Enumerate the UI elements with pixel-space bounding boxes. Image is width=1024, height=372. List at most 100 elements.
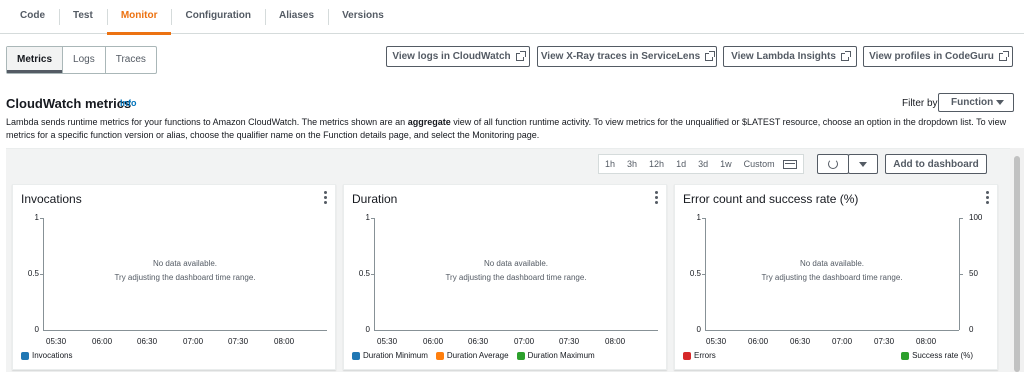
x-tick-label: 05:30 (706, 337, 727, 346)
time-range-selector: 1h 3h 12h 1d 3d 1w Custom (598, 154, 804, 174)
legend-item[interactable]: Duration Maximum (516, 351, 595, 360)
range-1d[interactable]: 1d (670, 155, 692, 173)
external-link-icon (840, 50, 851, 61)
y-tick-label: 0 (365, 325, 370, 334)
tab-versions[interactable]: Versions (328, 0, 398, 34)
x-tick-label: 06:30 (790, 337, 811, 346)
panel-title: Error count and success rate (%) (683, 192, 859, 206)
refresh-options-button[interactable] (848, 154, 878, 174)
view-logs-label: View logs in CloudWatch (392, 51, 511, 62)
x-tick-label: 07:00 (183, 337, 204, 346)
error-success-panel: Error count and success rate (%) 1 0.5 0… (674, 184, 998, 370)
monitor-segmented-control: Metrics Logs Traces (6, 46, 157, 74)
tab-code[interactable]: Code (6, 0, 59, 34)
x-tick-label: 07:00 (832, 337, 853, 346)
legend-swatch (435, 351, 444, 360)
legend: Duration Minimum Duration Average Durati… (352, 351, 595, 360)
info-link[interactable]: Info (120, 98, 137, 108)
view-logs-button[interactable]: View logs in CloudWatch (386, 46, 530, 67)
y-tick-label: 1 (696, 213, 701, 222)
legend-swatch (516, 351, 525, 360)
legend-item[interactable]: Duration Average (435, 351, 509, 360)
tab-monitor[interactable]: Monitor (106, 0, 172, 35)
x-tick-label: 05:30 (377, 337, 398, 346)
legend-item[interactable]: Success rate (%) (901, 351, 973, 360)
x-axis (43, 330, 327, 331)
y-tick-label: 1 (365, 213, 370, 222)
y-tick (959, 218, 963, 219)
refresh-button[interactable] (817, 154, 849, 174)
tab-configuration[interactable]: Configuration (171, 0, 265, 34)
more-options-icon[interactable] (655, 191, 658, 204)
range-1h[interactable]: 1h (599, 155, 621, 173)
range-custom[interactable]: Custom (738, 155, 781, 173)
section-description: Lambda sends runtime metrics for your fu… (6, 117, 1007, 140)
add-to-dashboard-button[interactable]: Add to dashboard (885, 154, 987, 174)
x-tick-label: 07:30 (228, 337, 249, 346)
y-tick-label: 0 (696, 325, 701, 334)
tab-aliases[interactable]: Aliases (265, 0, 328, 34)
y-tick (959, 274, 963, 275)
view-xray-label: View X-Ray traces in ServiceLens (540, 51, 701, 62)
panel-title: Invocations (21, 192, 82, 206)
view-insights-label: View Lambda Insights (731, 51, 836, 62)
segment-metrics[interactable]: Metrics (7, 47, 63, 73)
y-right-tick-label: 0 (969, 325, 974, 334)
x-tick-label: 07:00 (514, 337, 535, 346)
invocations-panel: Invocations 1 0.5 0 05:30 06:00 06:30 07… (12, 184, 336, 370)
y-tick-label: 0.5 (27, 269, 39, 278)
no-data-message: No data available. Try adjusting the dash… (761, 259, 903, 282)
view-profiles-label: View profiles in CodeGuru (869, 51, 994, 62)
x-tick-label: 06:00 (92, 337, 113, 346)
y-right-tick-label: 50 (969, 269, 978, 278)
section-title: CloudWatch metrics (6, 96, 132, 111)
function-tabs: Code Test Monitor Configuration Aliases … (0, 0, 1024, 35)
y-tick (702, 218, 706, 219)
filter-label: Filter by (902, 98, 938, 109)
more-options-icon[interactable] (324, 191, 327, 204)
legend-swatch (901, 351, 910, 360)
refresh-icon (828, 159, 838, 169)
view-xray-button[interactable]: View X-Ray traces in ServiceLens (537, 46, 717, 67)
calendar-icon[interactable] (782, 159, 797, 169)
external-link-icon (515, 50, 526, 61)
scrollbar-thumb[interactable] (1014, 156, 1020, 372)
y-tick-label: 0.5 (358, 269, 370, 278)
x-tick-label: 08:00 (605, 337, 626, 346)
range-1w[interactable]: 1w (714, 155, 738, 173)
filter-select[interactable]: Function (938, 93, 1014, 112)
tab-test[interactable]: Test (59, 0, 107, 34)
y-tick (371, 218, 375, 219)
segment-traces[interactable]: Traces (104, 47, 156, 73)
range-3d[interactable]: 3d (692, 155, 714, 173)
y-tick-label: 0 (34, 325, 39, 334)
y-right-tick-label: 100 (969, 213, 983, 222)
y-tick-label: 0.5 (689, 269, 701, 278)
x-tick-label: 07:30 (874, 337, 895, 346)
x-axis (705, 330, 959, 331)
legend: Errors Success rate (%) (683, 351, 973, 360)
duration-panel: Duration 1 0.5 0 05:30 06:00 06:30 07:00… (343, 184, 667, 370)
view-insights-button[interactable]: View Lambda Insights (723, 46, 857, 67)
caret-down-icon (859, 161, 867, 167)
legend-item[interactable]: Errors (683, 351, 716, 360)
external-link-icon (998, 50, 1009, 61)
legend-swatch (352, 351, 360, 360)
range-3h[interactable]: 3h (621, 155, 643, 173)
more-options-icon[interactable] (986, 191, 989, 204)
range-12h[interactable]: 12h (643, 155, 670, 173)
legend: Invocations (21, 351, 72, 360)
x-tick-label: 05:30 (46, 337, 67, 346)
segment-logs[interactable]: Logs (62, 47, 105, 73)
no-data-message: No data available. Try adjusting the dash… (114, 259, 256, 282)
external-link-icon (705, 50, 716, 61)
legend-item[interactable]: Duration Minimum (352, 351, 428, 360)
y-tick-label: 1 (34, 213, 39, 222)
x-tick-label: 08:00 (916, 337, 937, 346)
panel-title: Duration (352, 192, 398, 206)
legend-item[interactable]: Invocations (21, 351, 72, 360)
x-tick-label: 06:30 (468, 337, 489, 346)
x-tick-label: 06:30 (137, 337, 158, 346)
view-profiles-button[interactable]: View profiles in CodeGuru (863, 46, 1013, 67)
no-data-message: No data available. Try adjusting the dash… (445, 259, 587, 282)
